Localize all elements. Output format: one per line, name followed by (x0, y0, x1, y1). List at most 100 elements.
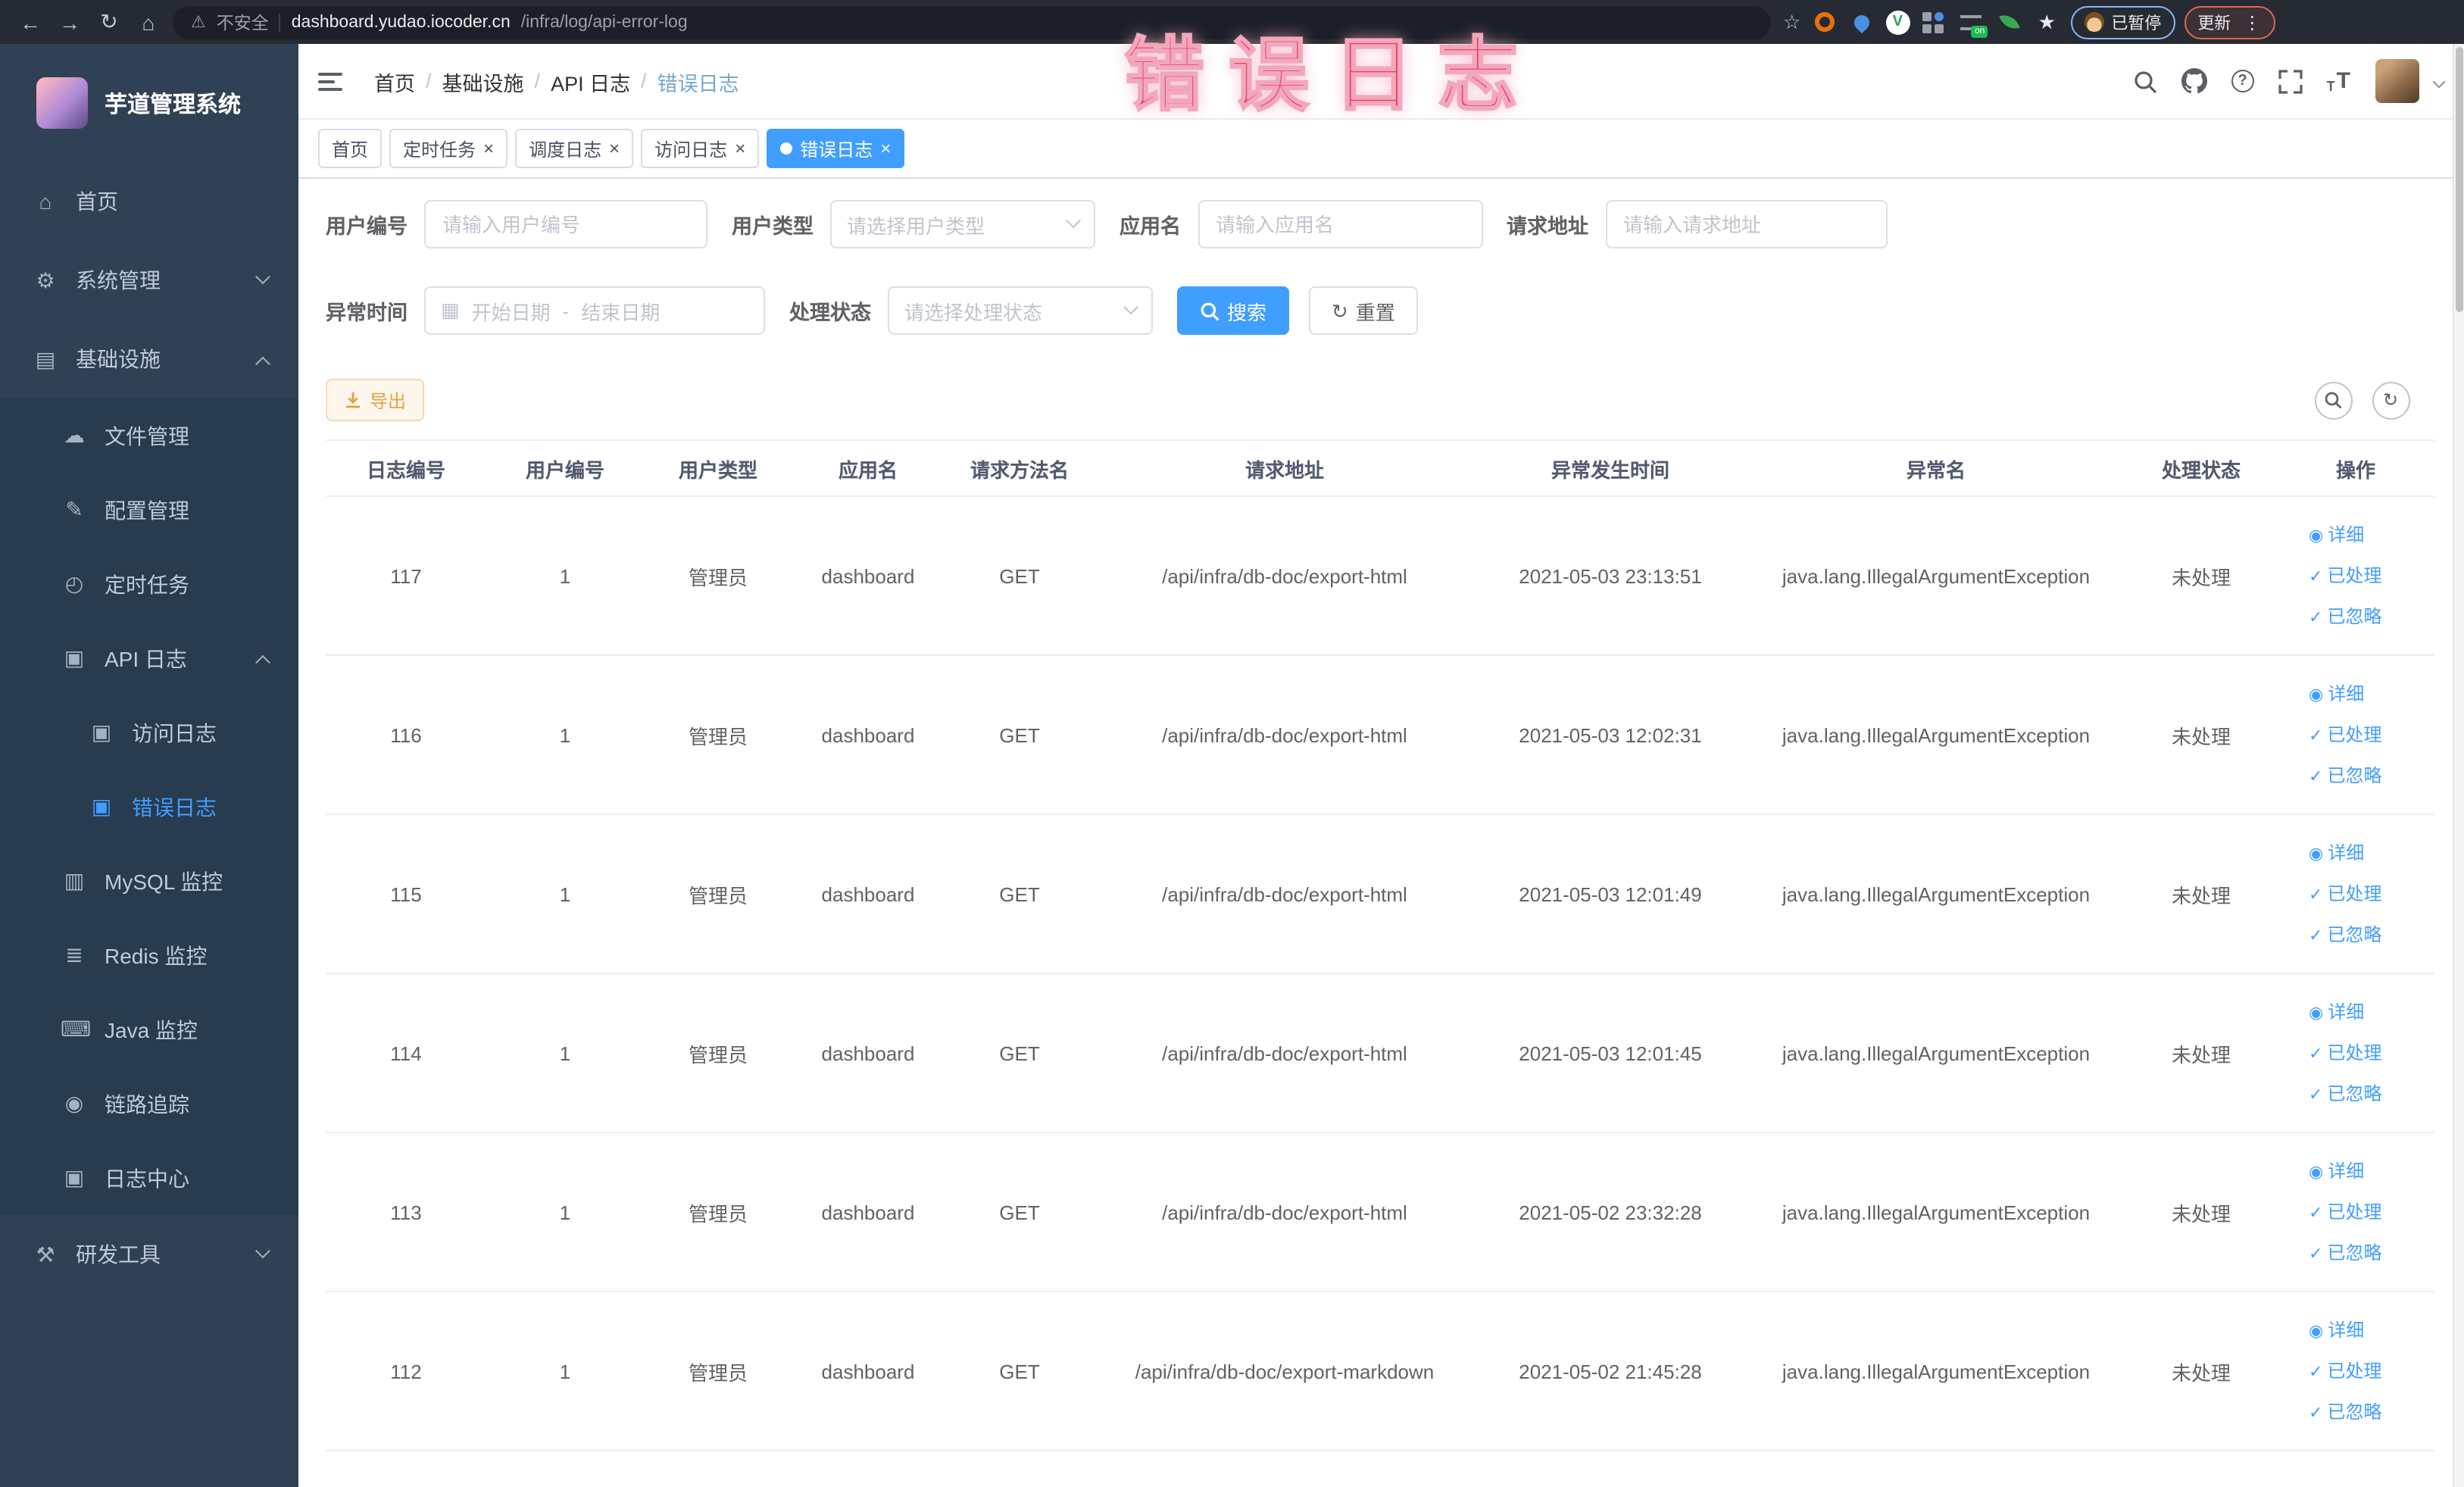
sidebar-item-dev-tools[interactable]: ⚒ 研发工具 (0, 1215, 298, 1294)
github-icon[interactable] (2181, 68, 2207, 94)
scrollbar-thumb[interactable] (2455, 47, 2462, 312)
action-detail-link[interactable]: ◉ 详细 (2309, 1151, 2403, 1192)
extension-leaf-icon[interactable] (1994, 8, 2023, 36)
close-icon[interactable]: × (483, 139, 494, 158)
sidebar-item-label: 首页 (76, 189, 118, 214)
sidebar-item-home[interactable]: ⌂ 首页 (0, 162, 298, 241)
action-detail-link[interactable]: ◉ 详细 (2309, 514, 2403, 555)
paused-badge[interactable]: 已暂停 (2070, 5, 2175, 39)
tab-首页[interactable]: 首页 (318, 129, 383, 168)
cell-actions: ◉ 详细 ✓ 已处理 ✓ 已忽略 (2277, 973, 2434, 1133)
sidebar-item-access-log[interactable]: ▣ 访问日志 (0, 695, 298, 770)
cell-time: 2021-05-03 12:01:49 (1474, 814, 1747, 974)
fullscreen-icon[interactable] (2278, 69, 2303, 93)
sidebar-item-api-log[interactable]: ▣ API 日志 (0, 621, 298, 695)
sidebar-item-infra[interactable]: ▤ 基础设施 (0, 320, 298, 398)
action-ignored-link[interactable]: ✓ 已忽略 (2309, 596, 2403, 637)
font-size-icon[interactable]: TT (2327, 68, 2350, 94)
chevron-down-icon[interactable] (2431, 74, 2445, 88)
extension-pin-icon[interactable] (1847, 8, 1876, 36)
close-icon[interactable]: × (735, 139, 745, 158)
action-processed-link[interactable]: ✓ 已处理 (2309, 1351, 2403, 1392)
sidebar-item-mysql[interactable]: ▥ MySQL 监控 (0, 844, 298, 918)
forward-icon[interactable]: → (55, 10, 85, 34)
extension-on-badge-icon[interactable]: on (1957, 8, 1988, 37)
table-row: 117 1 管理员 dashboard GET/api/infra/db-doc/exp… (326, 496, 2434, 656)
action-processed-link[interactable]: ✓ 已处理 (2309, 714, 2403, 755)
java-icon: ⌨ (61, 1017, 92, 1041)
cell-url: /api/infra/db-doc/export-html (1095, 973, 1474, 1133)
update-badge[interactable]: 更新 ⋮ (2184, 5, 2275, 39)
extension-v-icon[interactable]: V (1885, 10, 1910, 34)
search-button[interactable]: 搜索 (1177, 286, 1290, 335)
sidebar-item-label: Redis 监控 (105, 943, 208, 967)
action-detail-link[interactable]: ◉ 详细 (2309, 1310, 2403, 1351)
tab-错误日志[interactable]: 错误日志 × (767, 129, 905, 168)
cell-app: dashboard (792, 973, 944, 1133)
cell-user-type: 管理员 (644, 814, 792, 974)
help-icon[interactable]: ? (2231, 70, 2254, 92)
reload-icon[interactable]: ↻ (94, 9, 124, 35)
action-processed-link[interactable]: ✓ 已处理 (2309, 1192, 2403, 1232)
date-range-picker[interactable]: ▦ 开始日期 - 结束日期 (424, 286, 765, 335)
reset-button[interactable]: ↻ 重置 (1309, 286, 1418, 335)
check-icon: ✓ (2309, 567, 2323, 586)
action-processed-link[interactable]: ✓ 已处理 (2309, 555, 2403, 596)
menu-dots-icon[interactable]: ⋮ (2243, 11, 2261, 33)
breadcrumb-item[interactable]: 基础设施 (442, 66, 524, 96)
sidebar-item-redis[interactable]: ≣ Redis 监控 (0, 918, 298, 992)
request-url-input[interactable] (1605, 200, 1887, 248)
action-detail-link[interactable]: ◉ 详细 (2309, 673, 2403, 714)
extension-orange-icon[interactable] (1810, 8, 1838, 36)
refresh-table-button[interactable]: ↻ (2372, 381, 2409, 419)
tab-访问日志[interactable]: 访问日志 × (641, 129, 760, 168)
sidebar-item-config[interactable]: ✎ 配置管理 (0, 473, 298, 547)
action-ignored-link[interactable]: ✓ 已忽略 (2309, 755, 2403, 796)
sidebar-item-job[interactable]: ◴ 定时任务 (0, 547, 298, 621)
action-ignored-link[interactable]: ✓ 已忽略 (2309, 1232, 2403, 1273)
action-ignored-link[interactable]: ✓ 已忽略 (2309, 1073, 2403, 1114)
user-id-input[interactable] (424, 200, 707, 248)
action-detail-link[interactable]: ◉ 详细 (2309, 833, 2403, 873)
sidebar-item-log-center[interactable]: ▣ 日志中心 (0, 1141, 298, 1215)
action-detail-link[interactable]: ◉ 详细 (2309, 992, 2403, 1032)
column-header: 用户编号 (486, 439, 644, 497)
cell-actions: ◉ 详细 ✓ 已处理 ✓ 已忽略 (2277, 1132, 2434, 1292)
sidebar-item-error-log[interactable]: ▣ 错误日志 (0, 770, 298, 844)
action-processed-link[interactable]: ✓ 已处理 (2309, 873, 2403, 914)
address-bar[interactable]: ⚠ 不安全 dashboard.yudao.iocoder.cn/infra/l… (173, 5, 1771, 39)
tab-定时任务[interactable]: 定时任务 × (389, 129, 508, 168)
browser-home-icon[interactable]: ⌂ (133, 10, 164, 34)
user-type-select[interactable]: 请选择用户类型 (830, 200, 1095, 248)
user-type-placeholder: 请选择用户类型 (847, 214, 985, 237)
extension-grid-icon[interactable] (1919, 8, 1947, 36)
action-processed-link[interactable]: ✓ 已处理 (2309, 1032, 2403, 1073)
cell-status: 未处理 (2125, 973, 2277, 1133)
search-icon[interactable] (2133, 69, 2157, 93)
export-button[interactable]: 导出 (326, 379, 425, 421)
close-icon[interactable]: × (880, 139, 891, 158)
breadcrumb-item[interactable]: API 日志 (551, 66, 630, 96)
breadcrumb-item[interactable]: 首页 (374, 66, 415, 96)
sidebar-item-java[interactable]: ⌨ Java 监控 (0, 992, 298, 1067)
close-icon[interactable]: × (609, 139, 620, 158)
app-name-input[interactable] (1198, 200, 1482, 248)
action-ignored-link[interactable]: ✓ 已忽略 (2309, 1392, 2403, 1432)
check-icon: ✓ (2309, 726, 2323, 745)
tab-调度日志[interactable]: 调度日志 × (515, 129, 634, 168)
toggle-search-button[interactable] (2314, 381, 2352, 419)
page-scrollbar[interactable] (2452, 44, 2464, 1487)
sidebar-item-system[interactable]: ⚙ 系统管理 (0, 241, 298, 320)
action-ignored-link[interactable]: ✓ 已忽略 (2309, 914, 2403, 955)
filter-user-type: 用户类型 请选择用户类型 (732, 200, 1095, 248)
process-status-select[interactable]: 请选择处理状态 (888, 286, 1153, 335)
extensions-star-icon[interactable]: ★ (2032, 8, 2061, 36)
sidebar-item-file[interactable]: ☁ 文件管理 (0, 398, 298, 473)
sidebar-item-trace[interactable]: ◉ 链路追踪 (0, 1067, 298, 1141)
tab-label: 访问日志 (654, 139, 728, 160)
back-icon[interactable]: ← (15, 10, 45, 34)
cell-actions: ◉ 详细 ✓ 已处理 ✓ 已忽略 (2277, 1292, 2434, 1451)
bookmark-star-icon[interactable]: ☆ (1783, 10, 1800, 34)
avatar[interactable] (2375, 59, 2419, 103)
hamburger-icon[interactable] (318, 72, 344, 90)
